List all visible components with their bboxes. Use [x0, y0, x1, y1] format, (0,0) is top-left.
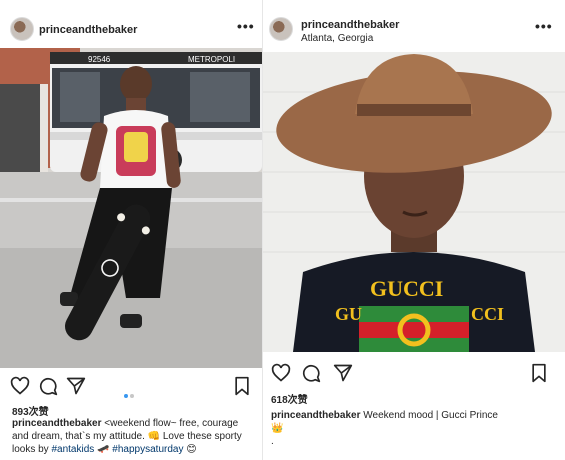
post-location[interactable]: Atlanta, Georgia [301, 33, 373, 44]
caption-end-emoji: 😊 [186, 444, 197, 455]
comment-icon[interactable] [38, 376, 58, 396]
share-icon[interactable] [66, 376, 86, 396]
carousel-dots [123, 385, 135, 403]
caption-username[interactable]: princeandthebaker [12, 418, 101, 429]
heart-icon[interactable] [10, 376, 30, 396]
post-left: princeandthebaker ••• 92546 METROPOLI 89… [0, 0, 262, 460]
avatar[interactable] [10, 17, 34, 41]
carousel-dot[interactable] [130, 394, 134, 398]
comment-icon[interactable] [301, 363, 321, 383]
action-bar [263, 363, 565, 387]
avatar[interactable] [269, 17, 293, 41]
post-caption: princeandthebaker <weekend flow~ free, c… [12, 417, 250, 456]
post-header: princeandthebaker Atlanta, Georgia ••• [263, 0, 565, 48]
more-icon[interactable]: ••• [535, 19, 553, 33]
bookmark-icon[interactable] [529, 363, 549, 383]
likes-count[interactable]: 893次赞 [12, 403, 49, 418]
heart-icon[interactable] [271, 363, 291, 383]
action-bar [0, 376, 262, 400]
post-right: princeandthebaker Atlanta, Georgia ••• G… [263, 0, 565, 460]
caption-text: Weekend mood | Gucci Prince [363, 410, 498, 421]
bus-sign: METROPOLI [188, 55, 235, 64]
post-photo[interactable]: GUCCI GU CCI [263, 52, 565, 352]
post-header: princeandthebaker ••• [0, 0, 262, 48]
share-icon[interactable] [333, 363, 353, 383]
shirt-text: GUCCI [370, 276, 443, 301]
hashtag-link[interactable]: #happysaturday [112, 444, 183, 455]
caption-username[interactable]: princeandthebaker [271, 410, 360, 421]
shirt-text-left: GU [335, 304, 362, 324]
carousel-dot-active[interactable] [124, 394, 128, 398]
skateboard-photo: 92546 METROPOLI [0, 48, 262, 368]
portrait-photo: GUCCI GU CCI [263, 52, 565, 352]
caption-emoji: 👑 [271, 423, 284, 434]
hashtag-link[interactable]: #antakids [51, 444, 94, 455]
post-username[interactable]: princeandthebaker [301, 19, 399, 31]
caption-line2: . [271, 436, 274, 447]
post-photo[interactable]: 92546 METROPOLI [0, 48, 262, 368]
caption-emoji: 🛹 [97, 444, 110, 455]
likes-count[interactable]: 618次赞 [271, 391, 308, 406]
post-username[interactable]: princeandthebaker [39, 24, 137, 36]
shirt-text-right: CCI [471, 304, 504, 324]
more-icon[interactable]: ••• [237, 19, 255, 33]
bus-number: 92546 [88, 55, 111, 64]
post-caption: princeandthebaker Weekend mood | Gucci P… [271, 409, 557, 448]
bookmark-icon[interactable] [232, 376, 252, 396]
